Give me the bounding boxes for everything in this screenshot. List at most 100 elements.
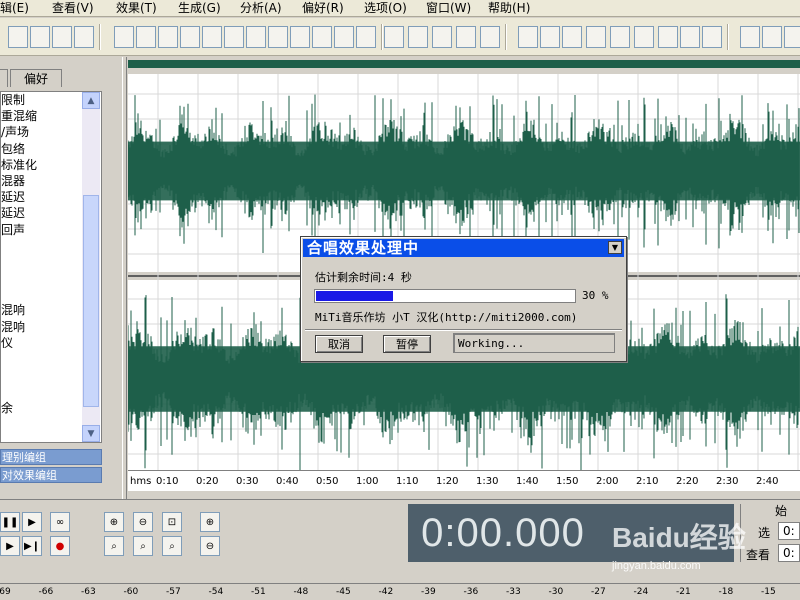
zoom-left-icon[interactable]: ⌕ (133, 536, 153, 556)
menu-item-4[interactable]: 分析(A) (234, 0, 290, 16)
progress-percent: 30 % (582, 289, 609, 302)
time-ruler[interactable]: hms 0:10 0:20 0:30 0:40 0:50 1:00 1:10 1:20 1:30 1… (128, 470, 800, 491)
ruler-tick-label: 2:20 (676, 476, 699, 487)
waveform-overview-bar[interactable] (128, 60, 800, 68)
loop-icon[interactable]: ∞ (50, 512, 70, 532)
level-icon[interactable] (610, 26, 630, 48)
menu-item-6[interactable]: 选项(O) (358, 0, 415, 16)
meter-tick-label: -54 (208, 587, 224, 597)
zoom-selection-icon[interactable]: ⌕ (104, 536, 124, 556)
toolbar-separator (727, 24, 729, 50)
panel-tab-favorites[interactable]: 偏好 (10, 69, 62, 87)
vertical-zoom-out-icon[interactable]: ⊖ (200, 536, 220, 556)
undo-icon[interactable] (114, 26, 134, 48)
info-icon[interactable] (586, 26, 606, 48)
cancel-button[interactable]: 取消 (315, 335, 363, 353)
menu-item-0[interactable]: 辑(E) (0, 0, 37, 16)
menu-item-5[interactable]: 偏好(R) (296, 0, 352, 16)
toolbar-separator (505, 24, 507, 50)
script-icon[interactable] (680, 26, 700, 48)
cut-tool-icon[interactable] (158, 26, 178, 48)
skip-end-icon[interactable]: ▶❙ (22, 536, 42, 556)
meter-tick-label: -36 (463, 587, 479, 597)
silence-icon[interactable] (290, 26, 310, 48)
zoom-icon[interactable] (540, 26, 560, 48)
play-icon[interactable]: ▶ (22, 512, 42, 532)
play-icon[interactable] (518, 26, 538, 48)
remaining-time-text: 估计剩余时间:4 秒 (315, 271, 412, 284)
copy-to-new-icon[interactable] (356, 26, 376, 48)
meter-tick-label: -42 (378, 587, 394, 597)
copy-tool-icon[interactable] (180, 26, 200, 48)
vertical-zoom-in-icon[interactable]: ⊕ (200, 512, 220, 532)
pause-button[interactable]: 暂停 (383, 335, 431, 353)
transport-icon[interactable] (480, 26, 500, 48)
meter-tick-label: -27 (591, 587, 606, 597)
scroll-thumb[interactable] (83, 195, 99, 407)
zoom-out-icon[interactable]: ⊖ (133, 512, 153, 532)
zoom-right-icon[interactable]: ⌕ (162, 536, 182, 556)
noise-icon[interactable] (334, 26, 354, 48)
scroll-down-icon[interactable]: ▼ (82, 425, 100, 442)
effects-list-scrollbar[interactable]: ▲ ▼ (82, 92, 100, 442)
ruler-tick-label: 1:20 (436, 476, 459, 487)
record-meter-icon[interactable] (634, 26, 654, 48)
menu-item-8[interactable]: 帮助(H) (482, 0, 538, 16)
menu-item-3[interactable]: 生成(G) (172, 0, 229, 16)
menu-item-1[interactable]: 查看(V) (46, 0, 102, 16)
progress-dialog: 合唱效果处理中 ▼ 估计剩余时间:4 秒 30 % MiTi音乐作坊 小T 汉化… (300, 236, 627, 362)
settings-icon[interactable] (658, 26, 678, 48)
level-meter: -69 -66 -63 -60 -57 -54 -51 -48 -45 -42 -39 -36 -33 -… (0, 583, 800, 600)
extra-icon[interactable] (702, 26, 722, 48)
zoom-full-icon[interactable]: ⊡ (162, 512, 182, 532)
ruler-tick-label: 0:20 (196, 476, 219, 487)
meter-tick-label: -69 (0, 587, 11, 597)
watermark-logo-text: Baidu经验 (612, 522, 746, 553)
ruler-tick-label: 0:40 (276, 476, 299, 487)
scroll-up-icon[interactable]: ▲ (82, 92, 100, 109)
group-button-2[interactable]: 对效果编组 (0, 467, 102, 483)
meter-tick-label: -30 (548, 587, 564, 597)
dialog-menu-chevron-icon[interactable]: ▼ (608, 241, 622, 254)
toolbar (0, 18, 800, 56)
ruler-tick-label: 0:50 (316, 476, 339, 487)
tool-icon[interactable] (784, 26, 800, 48)
grid-view-icon[interactable] (432, 26, 452, 48)
time-format-icon[interactable] (562, 26, 582, 48)
open-icon[interactable] (8, 26, 28, 48)
panel-tab-hidden[interactable] (0, 69, 8, 87)
save-all-icon[interactable] (74, 26, 94, 48)
waveform-left-channel-core (128, 141, 800, 201)
timeline-icon[interactable] (456, 26, 476, 48)
envelope-icon[interactable] (384, 26, 404, 48)
record-icon[interactable]: ● (50, 536, 70, 556)
play-to-end-icon[interactable]: ▶ (0, 536, 20, 556)
menu-item-7[interactable]: 窗口(W) (420, 0, 479, 16)
mix-paste-icon[interactable] (246, 26, 266, 48)
redo-icon[interactable] (136, 26, 156, 48)
save-icon[interactable] (30, 26, 50, 48)
group-button-1[interactable]: 理别编组 (0, 449, 102, 465)
save-as-icon[interactable] (52, 26, 72, 48)
meter-tick-label: -66 (38, 587, 54, 597)
panel-splitter[interactable] (122, 57, 127, 499)
insert-icon[interactable] (312, 26, 332, 48)
paste-icon[interactable] (224, 26, 244, 48)
progress-bar-fill (316, 291, 393, 301)
menu-item-2[interactable]: 效果(T) (110, 0, 165, 16)
tool-icon[interactable] (740, 26, 760, 48)
ruler-tick-label: 0:30 (236, 476, 259, 487)
tool-icon[interactable] (762, 26, 782, 48)
cut-icon[interactable] (202, 26, 222, 48)
spectral-icon[interactable] (408, 26, 428, 48)
trim-icon[interactable] (268, 26, 288, 48)
effects-panel: 偏好 限制 重混缩/声场 包络 标准化 混器 延迟 延迟 回声 混响 混响仪余 ▲ ▼ 理别编组 … (0, 57, 122, 499)
meter-tick-label: -63 (81, 587, 96, 597)
ruler-tick-label: 2:30 (716, 476, 739, 487)
menu-bar: 辑(E) 查看(V) 效果(T) 生成(G) 分析(A) 偏好(R) 选项(O) 窗口(W) 帮… (0, 0, 800, 17)
meter-tick-label: -60 (123, 587, 139, 597)
pause-icon[interactable]: ❚❚ (0, 512, 20, 532)
watermark-url: jingyan.baidu.com (612, 560, 701, 572)
zoom-in-icon[interactable]: ⊕ (104, 512, 124, 532)
meter-tick-label: -39 (421, 587, 436, 597)
